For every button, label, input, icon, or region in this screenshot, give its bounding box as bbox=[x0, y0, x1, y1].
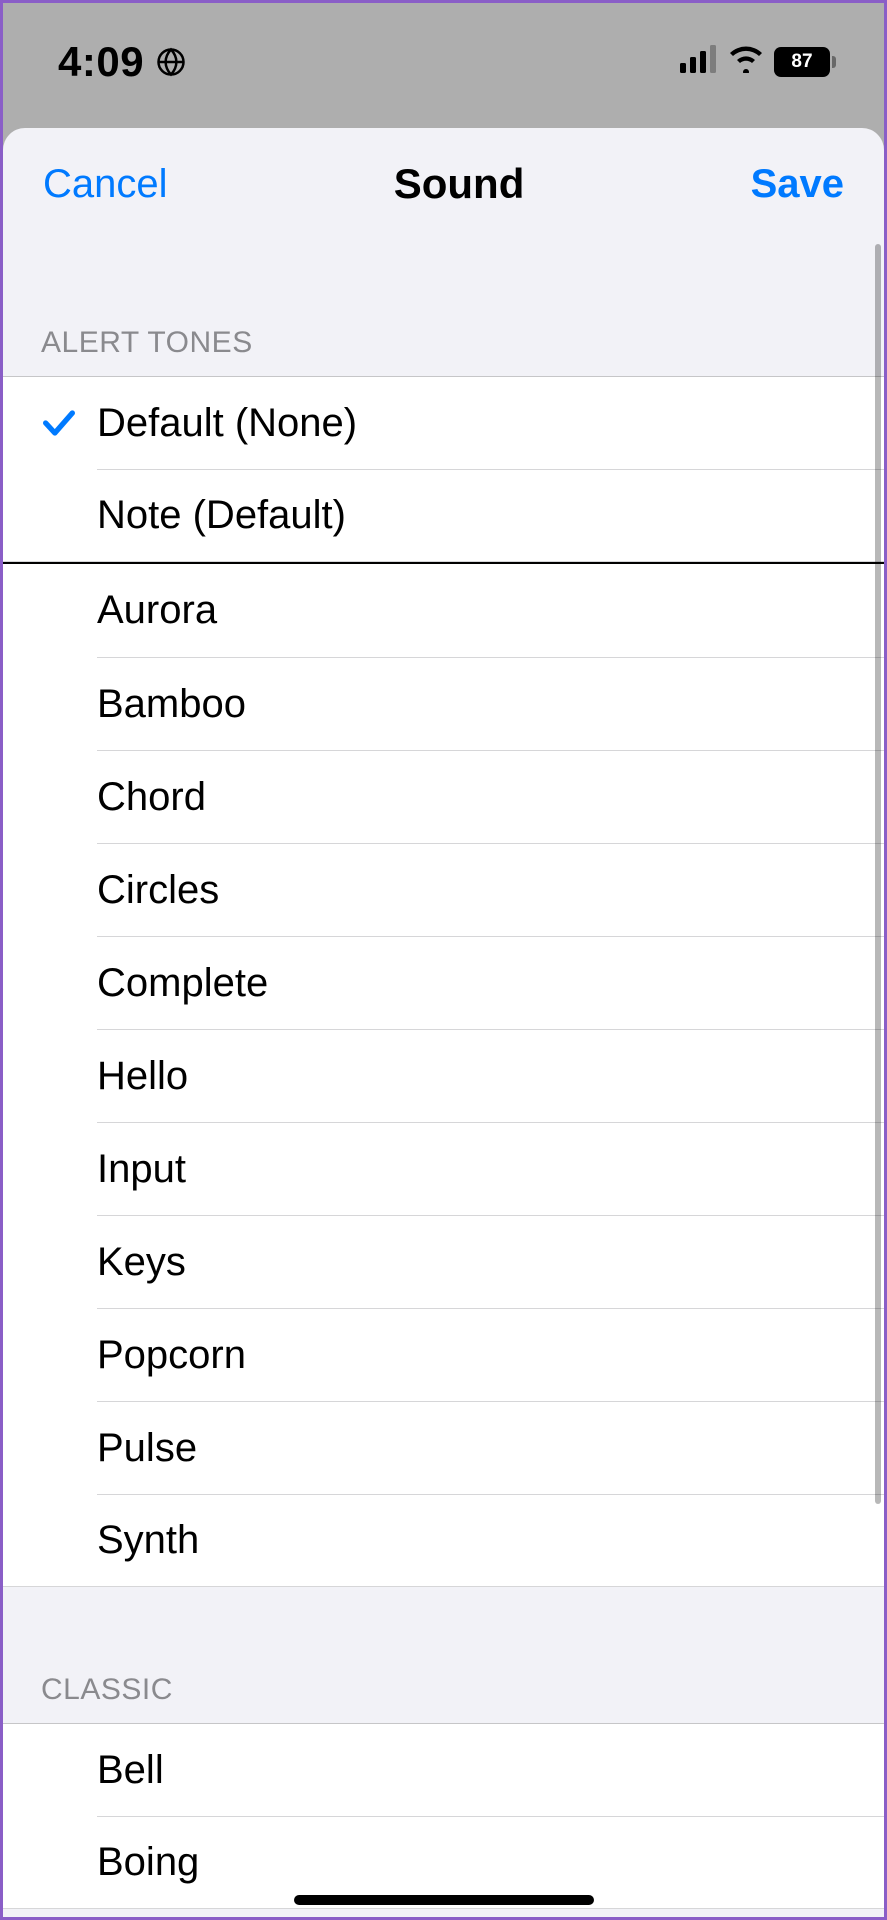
tone-row-synth[interactable]: Synth bbox=[3, 1494, 884, 1587]
tone-row-input[interactable]: Input bbox=[3, 1122, 884, 1215]
tone-label: Popcorn bbox=[97, 1333, 246, 1378]
phone-background: 4:09 bbox=[3, 3, 884, 1917]
tone-row-bamboo[interactable]: Bamboo bbox=[3, 657, 884, 750]
cellular-signal-icon bbox=[680, 45, 718, 78]
battery-icon: 87 bbox=[774, 47, 836, 77]
status-bar: 4:09 bbox=[3, 3, 884, 128]
tone-label: Keys bbox=[97, 1240, 186, 1285]
tone-label: Default (None) bbox=[97, 401, 357, 446]
checkmark-icon bbox=[39, 403, 97, 443]
section-header-alert-tones: ALERT TONES bbox=[3, 236, 884, 376]
tone-row-hello[interactable]: Hello bbox=[3, 1029, 884, 1122]
tone-row-popcorn[interactable]: Popcorn bbox=[3, 1308, 884, 1401]
tone-row-pulse[interactable]: Pulse bbox=[3, 1401, 884, 1494]
tone-label: Pulse bbox=[97, 1426, 197, 1471]
sheet-header: Cancel Sound Save bbox=[3, 128, 884, 236]
sheet-title: Sound bbox=[394, 160, 525, 208]
tone-row-bell[interactable]: Bell bbox=[3, 1723, 884, 1816]
home-indicator[interactable] bbox=[294, 1895, 594, 1905]
tone-label: Chord bbox=[97, 775, 206, 820]
tone-list-scroll[interactable]: ALERT TONES Default (None) Note (Default… bbox=[3, 236, 884, 1917]
tone-label: Input bbox=[97, 1147, 186, 1192]
tone-label: Bamboo bbox=[97, 682, 246, 727]
location-globe-icon bbox=[156, 47, 186, 77]
tone-label: Bell bbox=[97, 1748, 164, 1793]
tone-row-aurora[interactable]: Aurora bbox=[3, 564, 884, 657]
tone-label: Circles bbox=[97, 868, 219, 913]
tone-row-note-default[interactable]: Note (Default) bbox=[3, 469, 884, 562]
alert-tones-group: Default (None) Note (Default) bbox=[3, 376, 884, 562]
status-right: 87 bbox=[680, 45, 836, 78]
tone-row-keys[interactable]: Keys bbox=[3, 1215, 884, 1308]
tone-row-circles[interactable]: Circles bbox=[3, 843, 884, 936]
modal-sheet: Cancel Sound Save ALERT TONES Default (N… bbox=[3, 128, 884, 1917]
tone-label: Hello bbox=[97, 1054, 188, 1099]
alert-tones-list: Aurora Bamboo Chord Circles bbox=[3, 564, 884, 1587]
status-time: 4:09 bbox=[58, 38, 144, 86]
wifi-icon bbox=[728, 45, 764, 78]
status-left: 4:09 bbox=[58, 38, 186, 86]
tone-label: Boing bbox=[97, 1840, 199, 1885]
scrollbar-thumb[interactable] bbox=[875, 244, 881, 1504]
battery-percent: 87 bbox=[791, 51, 812, 73]
tone-label: Synth bbox=[97, 1518, 199, 1563]
section-header-classic: CLASSIC bbox=[3, 1587, 884, 1723]
tone-row-chord[interactable]: Chord bbox=[3, 750, 884, 843]
tone-row-complete[interactable]: Complete bbox=[3, 936, 884, 1029]
tone-label: Note (Default) bbox=[97, 493, 346, 538]
cancel-button[interactable]: Cancel bbox=[43, 162, 168, 207]
tone-label: Complete bbox=[97, 961, 268, 1006]
tone-label: Aurora bbox=[97, 588, 217, 633]
save-button[interactable]: Save bbox=[751, 162, 844, 207]
tone-row-default-none[interactable]: Default (None) bbox=[3, 376, 884, 469]
device-frame: 4:09 bbox=[0, 0, 887, 1920]
classic-tones-group: Bell Boing bbox=[3, 1723, 884, 1909]
